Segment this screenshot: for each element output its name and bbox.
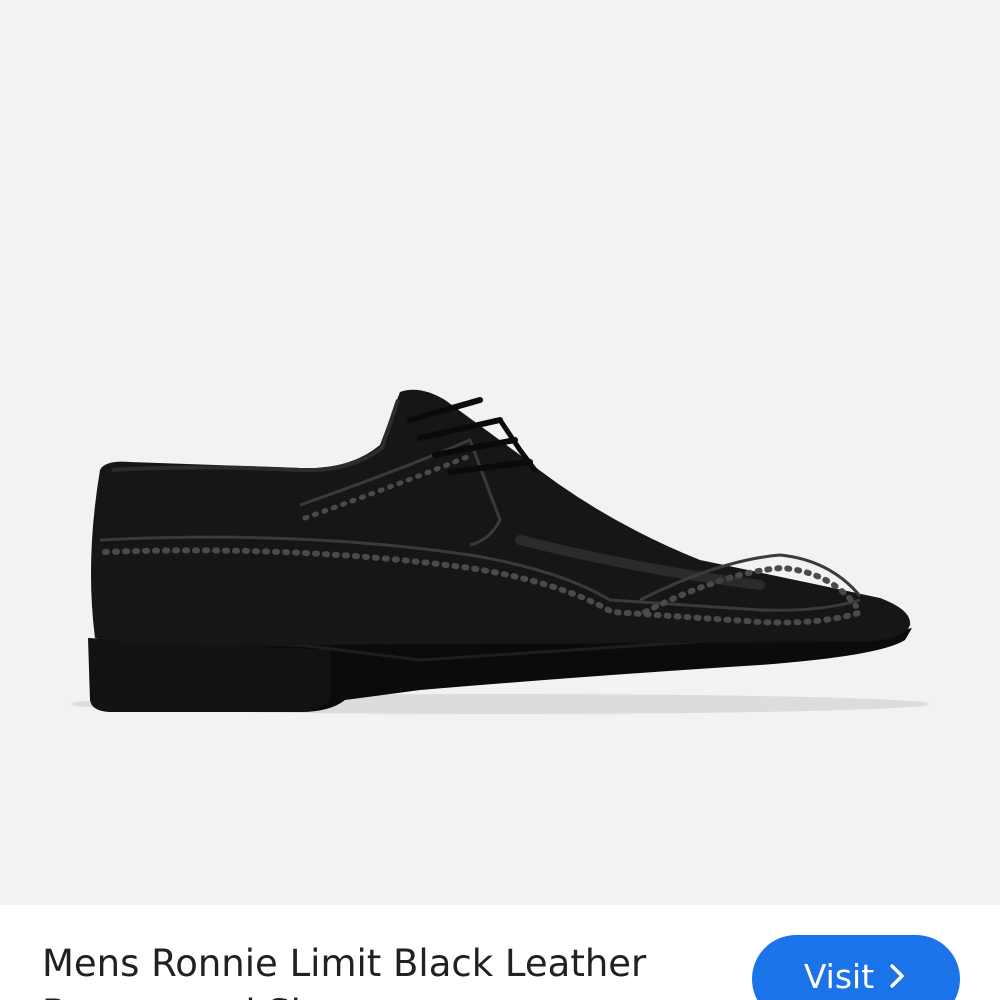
product-info: Mens Ronnie Limit Black Leather Brogue a…	[0, 905, 1000, 1000]
visit-button-label: Visit	[803, 957, 875, 996]
product-image[interactable]	[0, 0, 1000, 905]
chevron-right-icon	[890, 964, 904, 988]
product-title[interactable]: Mens Ronnie Limit Black Leather Brogue a…	[42, 939, 722, 1000]
visit-button[interactable]: Visit	[752, 935, 960, 1000]
shoe-illustration	[70, 389, 930, 714]
product-card: Mens Ronnie Limit Black Leather Brogue a…	[0, 0, 1000, 1000]
